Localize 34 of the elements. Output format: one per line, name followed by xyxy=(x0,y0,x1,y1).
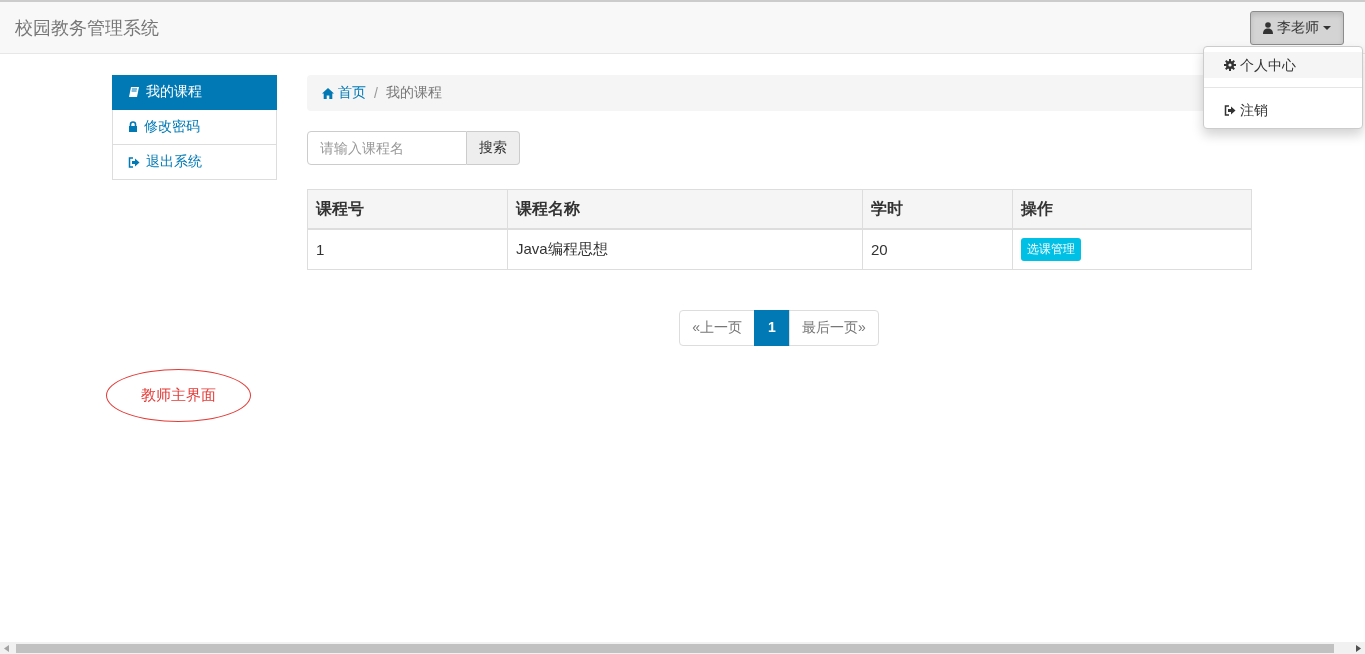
logout-icon xyxy=(128,156,140,168)
user-icon xyxy=(1263,21,1273,34)
pagination-link[interactable]: «上一页 xyxy=(679,310,756,346)
search-button[interactable]: 搜索 xyxy=(467,131,520,165)
breadcrumb-separator: / xyxy=(374,85,378,101)
table-cell: 1 xyxy=(307,229,508,270)
breadcrumb-link[interactable]: 首页 xyxy=(322,84,366,102)
scroll-right-icon[interactable] xyxy=(1356,645,1361,652)
logout-icon xyxy=(1224,104,1236,116)
column-header: 操作 xyxy=(1012,189,1252,229)
sidebar-item[interactable]: 我的课程 xyxy=(112,75,277,110)
annotation-label: 教师主界面 xyxy=(141,386,216,405)
menu-item[interactable]: 个人中心 xyxy=(1204,52,1362,78)
book-icon xyxy=(128,86,140,98)
column-header: 课程号 xyxy=(307,189,508,229)
table-cell: 20 xyxy=(862,229,1013,270)
sidebar-item[interactable]: 退出系统 xyxy=(112,145,277,180)
settings-icon xyxy=(1224,59,1236,71)
user-menu-button[interactable]: 李老师 xyxy=(1250,10,1344,45)
menu-item[interactable]: 注销 xyxy=(1204,97,1362,124)
search-field[interactable]: 请输入课程名 xyxy=(307,131,467,165)
scroll-left-icon[interactable] xyxy=(4,645,9,652)
pagination-link[interactable]: 1 xyxy=(754,310,790,346)
column-header: 学时 xyxy=(862,189,1013,229)
brand-title[interactable]: 校园教务管理系统 xyxy=(15,15,159,40)
column-header: 课程名称 xyxy=(507,189,863,229)
caret-icon xyxy=(1323,25,1331,30)
lock-icon xyxy=(128,121,138,133)
scrollbar-thumb[interactable] xyxy=(16,644,1334,653)
pagination-link[interactable]: 最后一页» xyxy=(788,310,879,346)
sidebar-item[interactable]: 修改密码 xyxy=(112,110,277,145)
breadcrumb-current: 我的课程 xyxy=(385,84,442,102)
home-icon xyxy=(322,87,334,99)
table-cell: Java编程思想 xyxy=(507,229,863,270)
